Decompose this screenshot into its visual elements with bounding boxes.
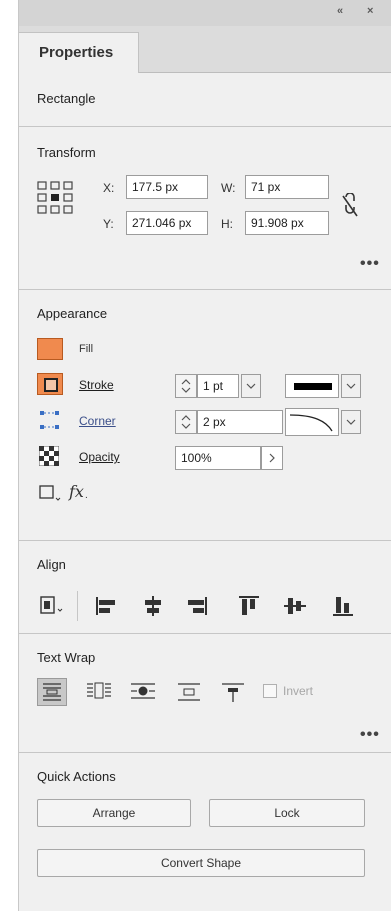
opacity-field[interactable]: 100%: [175, 446, 261, 470]
tab-properties[interactable]: Properties: [19, 32, 139, 73]
invert-label: Invert: [283, 684, 314, 698]
stroke-type-dropdown[interactable]: [341, 374, 361, 398]
object-type-section: Rectangle: [19, 73, 391, 125]
stepper-arrows-icon: [181, 379, 191, 393]
x-position-field[interactable]: 177.5 px: [126, 175, 208, 199]
corner-icon[interactable]: [39, 410, 61, 430]
wrap-bounding-box-icon[interactable]: [85, 680, 113, 704]
stroke-link[interactable]: Stroke: [79, 378, 114, 392]
jump-object-icon[interactable]: [175, 680, 203, 704]
chevron-right-icon: [269, 453, 275, 463]
align-top-icon[interactable]: [237, 595, 261, 617]
stroke-swatch[interactable]: [37, 373, 63, 395]
corner-shape-dropdown[interactable]: [341, 410, 361, 434]
text-wrap-section: Text Wrap Invert •••: [19, 633, 391, 752]
fill-label: Fill: [79, 343, 94, 355]
stroke-weight-stepper[interactable]: [175, 374, 197, 398]
panel-title-bar: « ×: [19, 0, 391, 26]
chevron-down-icon: [346, 383, 356, 389]
drop-shadow-icon[interactable]: [39, 484, 61, 502]
align-right-icon[interactable]: [185, 595, 209, 617]
object-type-label: Rectangle: [37, 91, 96, 106]
fx-dropdown-indicator[interactable]: .: [85, 490, 88, 501]
text-wrap-heading: Text Wrap: [37, 650, 96, 665]
opacity-checker-icon[interactable]: [39, 446, 59, 466]
align-horizontal-center-icon[interactable]: [141, 595, 165, 617]
properties-panel: « × Properties Rectangle Transform X: 17…: [18, 0, 391, 911]
text-wrap-more-options[interactable]: •••: [360, 726, 380, 744]
width-field[interactable]: 71 px: [245, 175, 329, 199]
jump-to-next-column-icon[interactable]: [219, 680, 247, 704]
no-text-wrap-icon: [43, 683, 61, 701]
y-label: Y:: [103, 217, 114, 231]
align-vertical-center-icon[interactable]: [283, 595, 307, 617]
height-field[interactable]: 91.908 px: [245, 211, 329, 235]
appearance-heading: Appearance: [37, 306, 108, 321]
h-label: H:: [221, 217, 233, 231]
corner-size-stepper[interactable]: [175, 410, 197, 434]
w-label: W:: [221, 181, 236, 195]
appearance-section: Appearance Fill Stroke 1 pt Corner 2 px …: [19, 289, 391, 540]
stroke-line-preview: [294, 383, 332, 390]
align-section: Align: [19, 540, 391, 633]
corner-shape-preview-icon: [289, 414, 333, 432]
corner-size-field[interactable]: 2 px: [197, 410, 283, 434]
fill-swatch[interactable]: [37, 338, 63, 360]
y-position-field[interactable]: 271.046 px: [126, 211, 208, 235]
transform-more-options[interactable]: •••: [360, 255, 380, 273]
tab-properties-label: Properties: [39, 44, 114, 61]
reference-point-icon[interactable]: [37, 181, 73, 215]
x-label: X:: [103, 181, 115, 195]
no-text-wrap-button[interactable]: [37, 678, 67, 706]
align-bottom-icon[interactable]: [331, 595, 355, 617]
align-heading: Align: [37, 557, 66, 572]
close-panel-button[interactable]: ×: [367, 5, 374, 17]
quick-actions-section: Quick Actions Arrange Lock Convert Shape: [19, 752, 391, 912]
stroke-weight-field[interactable]: 1 pt: [197, 374, 239, 398]
tab-bar: Properties: [19, 26, 391, 73]
transform-heading: Transform: [37, 145, 96, 160]
align-to-selection-icon[interactable]: [39, 595, 65, 617]
wrap-object-shape-icon[interactable]: [129, 680, 157, 704]
invert-checkbox[interactable]: [263, 684, 277, 698]
opacity-slider-toggle[interactable]: [261, 446, 283, 470]
effects-fx-button[interactable]: fx: [69, 482, 84, 501]
corner-link[interactable]: Corner: [79, 414, 116, 428]
constrain-proportions-icon[interactable]: [341, 193, 359, 219]
stroke-weight-dropdown[interactable]: [241, 374, 261, 398]
chevron-down-icon: [346, 419, 356, 425]
align-divider: [77, 591, 78, 621]
arrange-button[interactable]: Arrange: [37, 799, 191, 827]
chevron-down-icon: [246, 383, 256, 389]
stroke-type-field[interactable]: [285, 374, 339, 398]
stepper-arrows-icon: [181, 415, 191, 429]
opacity-link[interactable]: Opacity: [79, 450, 120, 464]
collapse-panel-button[interactable]: «: [337, 5, 343, 17]
align-left-icon[interactable]: [95, 595, 119, 617]
transform-section: Transform X: 177.5 px W: 71 px Y: 271.04…: [19, 126, 391, 289]
convert-shape-button[interactable]: Convert Shape: [37, 849, 365, 877]
lock-button[interactable]: Lock: [209, 799, 365, 827]
stroke-swatch-inner-icon: [44, 378, 58, 392]
quick-actions-heading: Quick Actions: [37, 769, 116, 784]
corner-shape-field[interactable]: [285, 408, 339, 436]
